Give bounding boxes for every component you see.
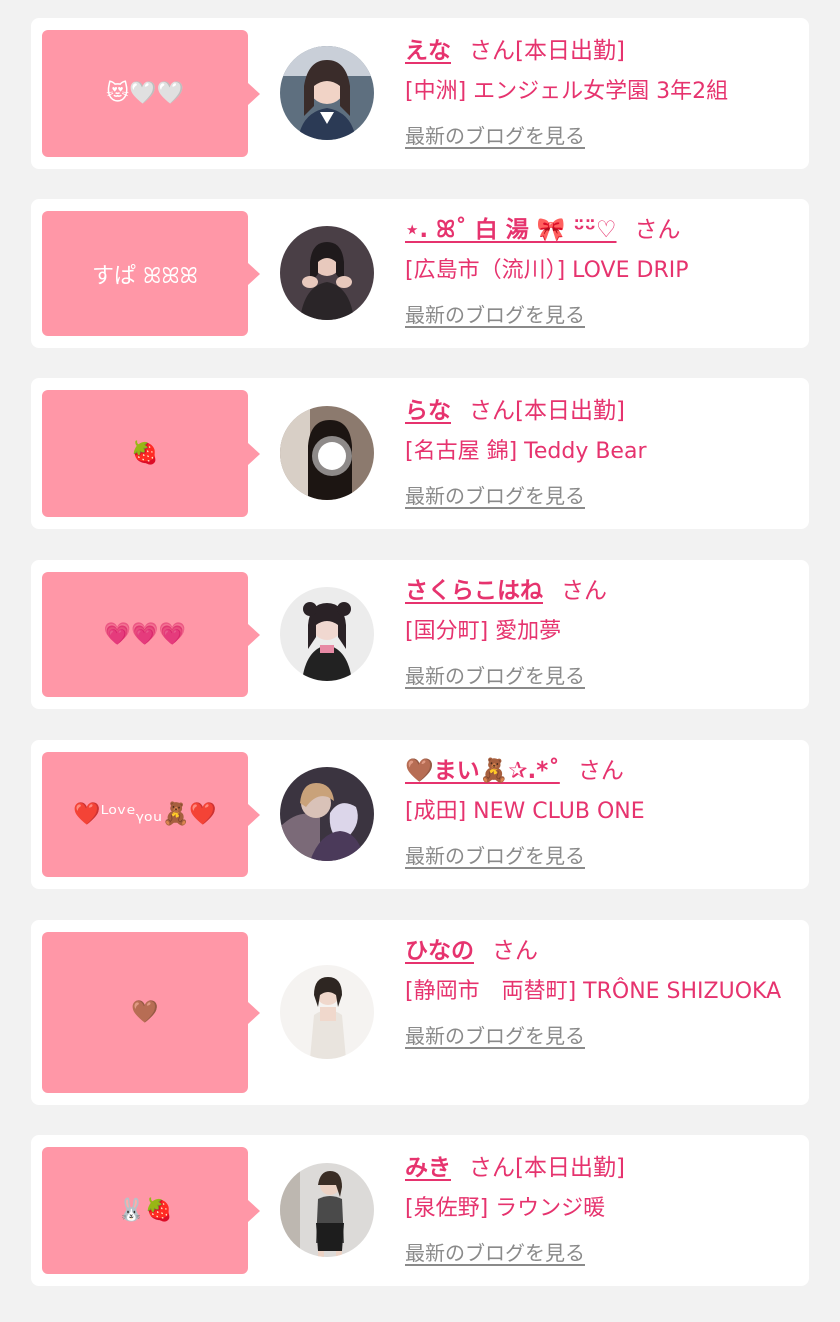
cast-name-link[interactable]: えな	[405, 38, 451, 64]
message-bubble: 🤎	[42, 932, 260, 1093]
cast-name-link[interactable]: ひなの	[405, 938, 474, 964]
shop-name: [成田] NEW CLUB ONE	[405, 799, 645, 824]
blog-card[interactable]: 💗💗💗 さくらこはね さん [国分町] 愛加夢 最新のブログを見る	[31, 560, 809, 709]
shop-name: [中洲] エンジェル女学園 3年2組	[405, 79, 729, 104]
latest-blog-link[interactable]: 最新のブログを見る	[405, 480, 585, 509]
latest-blog-link[interactable]: 最新のブログを見る	[405, 299, 585, 328]
blog-card[interactable]: 😻🤍🤍 えな さん[本日出勤] [中洲] エンジェル女学園 3年2組 最新のブログ…	[31, 18, 809, 169]
avatar[interactable]	[280, 46, 374, 140]
shop-name: [広島市（流川）] LOVE DRIP	[405, 258, 689, 283]
avatar[interactable]	[280, 965, 374, 1059]
latest-blog-link[interactable]: 最新のブログを見る	[405, 840, 585, 869]
name-suffix: さん	[634, 217, 681, 243]
shop-name: [国分町] 愛加夢	[405, 619, 562, 644]
blog-card[interactable]: すぱ ꕤꕤꕤ ⋆. ꕤ˚ 白 湯 🎀 ᵕ̈ᵕ̈♡ さん [広島市（流川）] LOV…	[31, 199, 809, 348]
latest-blog-link[interactable]: 最新のブログを見る	[405, 1020, 585, 1049]
name-suffix: さん[本日出勤]	[469, 1155, 625, 1181]
cast-name-link[interactable]: さくらこはね	[405, 578, 543, 604]
blog-card[interactable]: 🍓 らな さん[本日出勤] [名古屋 錦] Teddy Bear 最新のブログを見…	[31, 378, 809, 529]
avatar[interactable]	[280, 587, 374, 681]
shop-name: [泉佐野] ラウンジ暖	[405, 1196, 606, 1221]
latest-blog-link[interactable]: 最新のブログを見る	[405, 1237, 585, 1266]
avatar[interactable]	[280, 406, 374, 500]
blog-card[interactable]: 🤎 ひなの さん [静岡市 両替町] TRÔNE SHIZUOKA 最新のブログを…	[31, 920, 809, 1105]
name-suffix: さん	[492, 938, 538, 964]
name-suffix: さん[本日出勤]	[469, 38, 625, 64]
avatar[interactable]	[280, 226, 374, 320]
latest-blog-link[interactable]: 最新のブログを見る	[405, 660, 585, 689]
message-bubble: すぱ ꕤꕤꕤ	[42, 211, 260, 336]
shop-name: [名古屋 錦] Teddy Bear	[405, 439, 647, 464]
message-bubble: ❤️ᴸᵒᵛᵉᵧₒᵤ🧸❤️	[42, 752, 260, 877]
avatar[interactable]	[280, 1163, 374, 1257]
cast-name-link[interactable]: ⋆. ꕤ˚ 白 湯 🎀 ᵕ̈ᵕ̈♡	[405, 217, 617, 243]
cast-name-link[interactable]: らな	[405, 398, 451, 424]
message-bubble: 💗💗💗	[42, 572, 260, 697]
message-bubble: 🍓	[42, 390, 260, 517]
message-bubble: 🐰🍓	[42, 1147, 260, 1274]
cast-name-link[interactable]: みき	[405, 1155, 451, 1181]
name-suffix: さん[本日出勤]	[469, 398, 625, 424]
message-bubble: 😻🤍🤍	[42, 30, 260, 157]
blog-card[interactable]: ❤️ᴸᵒᵛᵉᵧₒᵤ🧸❤️ 🤎まい🧸✰.*˚ さん [成田] NEW CLUB ON…	[31, 740, 809, 889]
name-suffix: さん	[577, 758, 624, 784]
latest-blog-link[interactable]: 最新のブログを見る	[405, 120, 585, 149]
shop-name: [静岡市 両替町] TRÔNE SHIZUOKA	[405, 979, 782, 1004]
blog-card[interactable]: 🐰🍓 みき さん[本日出勤] [泉佐野] ラウンジ暖 最新のブログを見る	[31, 1135, 809, 1286]
avatar[interactable]	[280, 767, 374, 861]
cast-name-link[interactable]: 🤎まい🧸✰.*˚	[405, 758, 560, 784]
name-suffix: さん	[561, 578, 607, 604]
